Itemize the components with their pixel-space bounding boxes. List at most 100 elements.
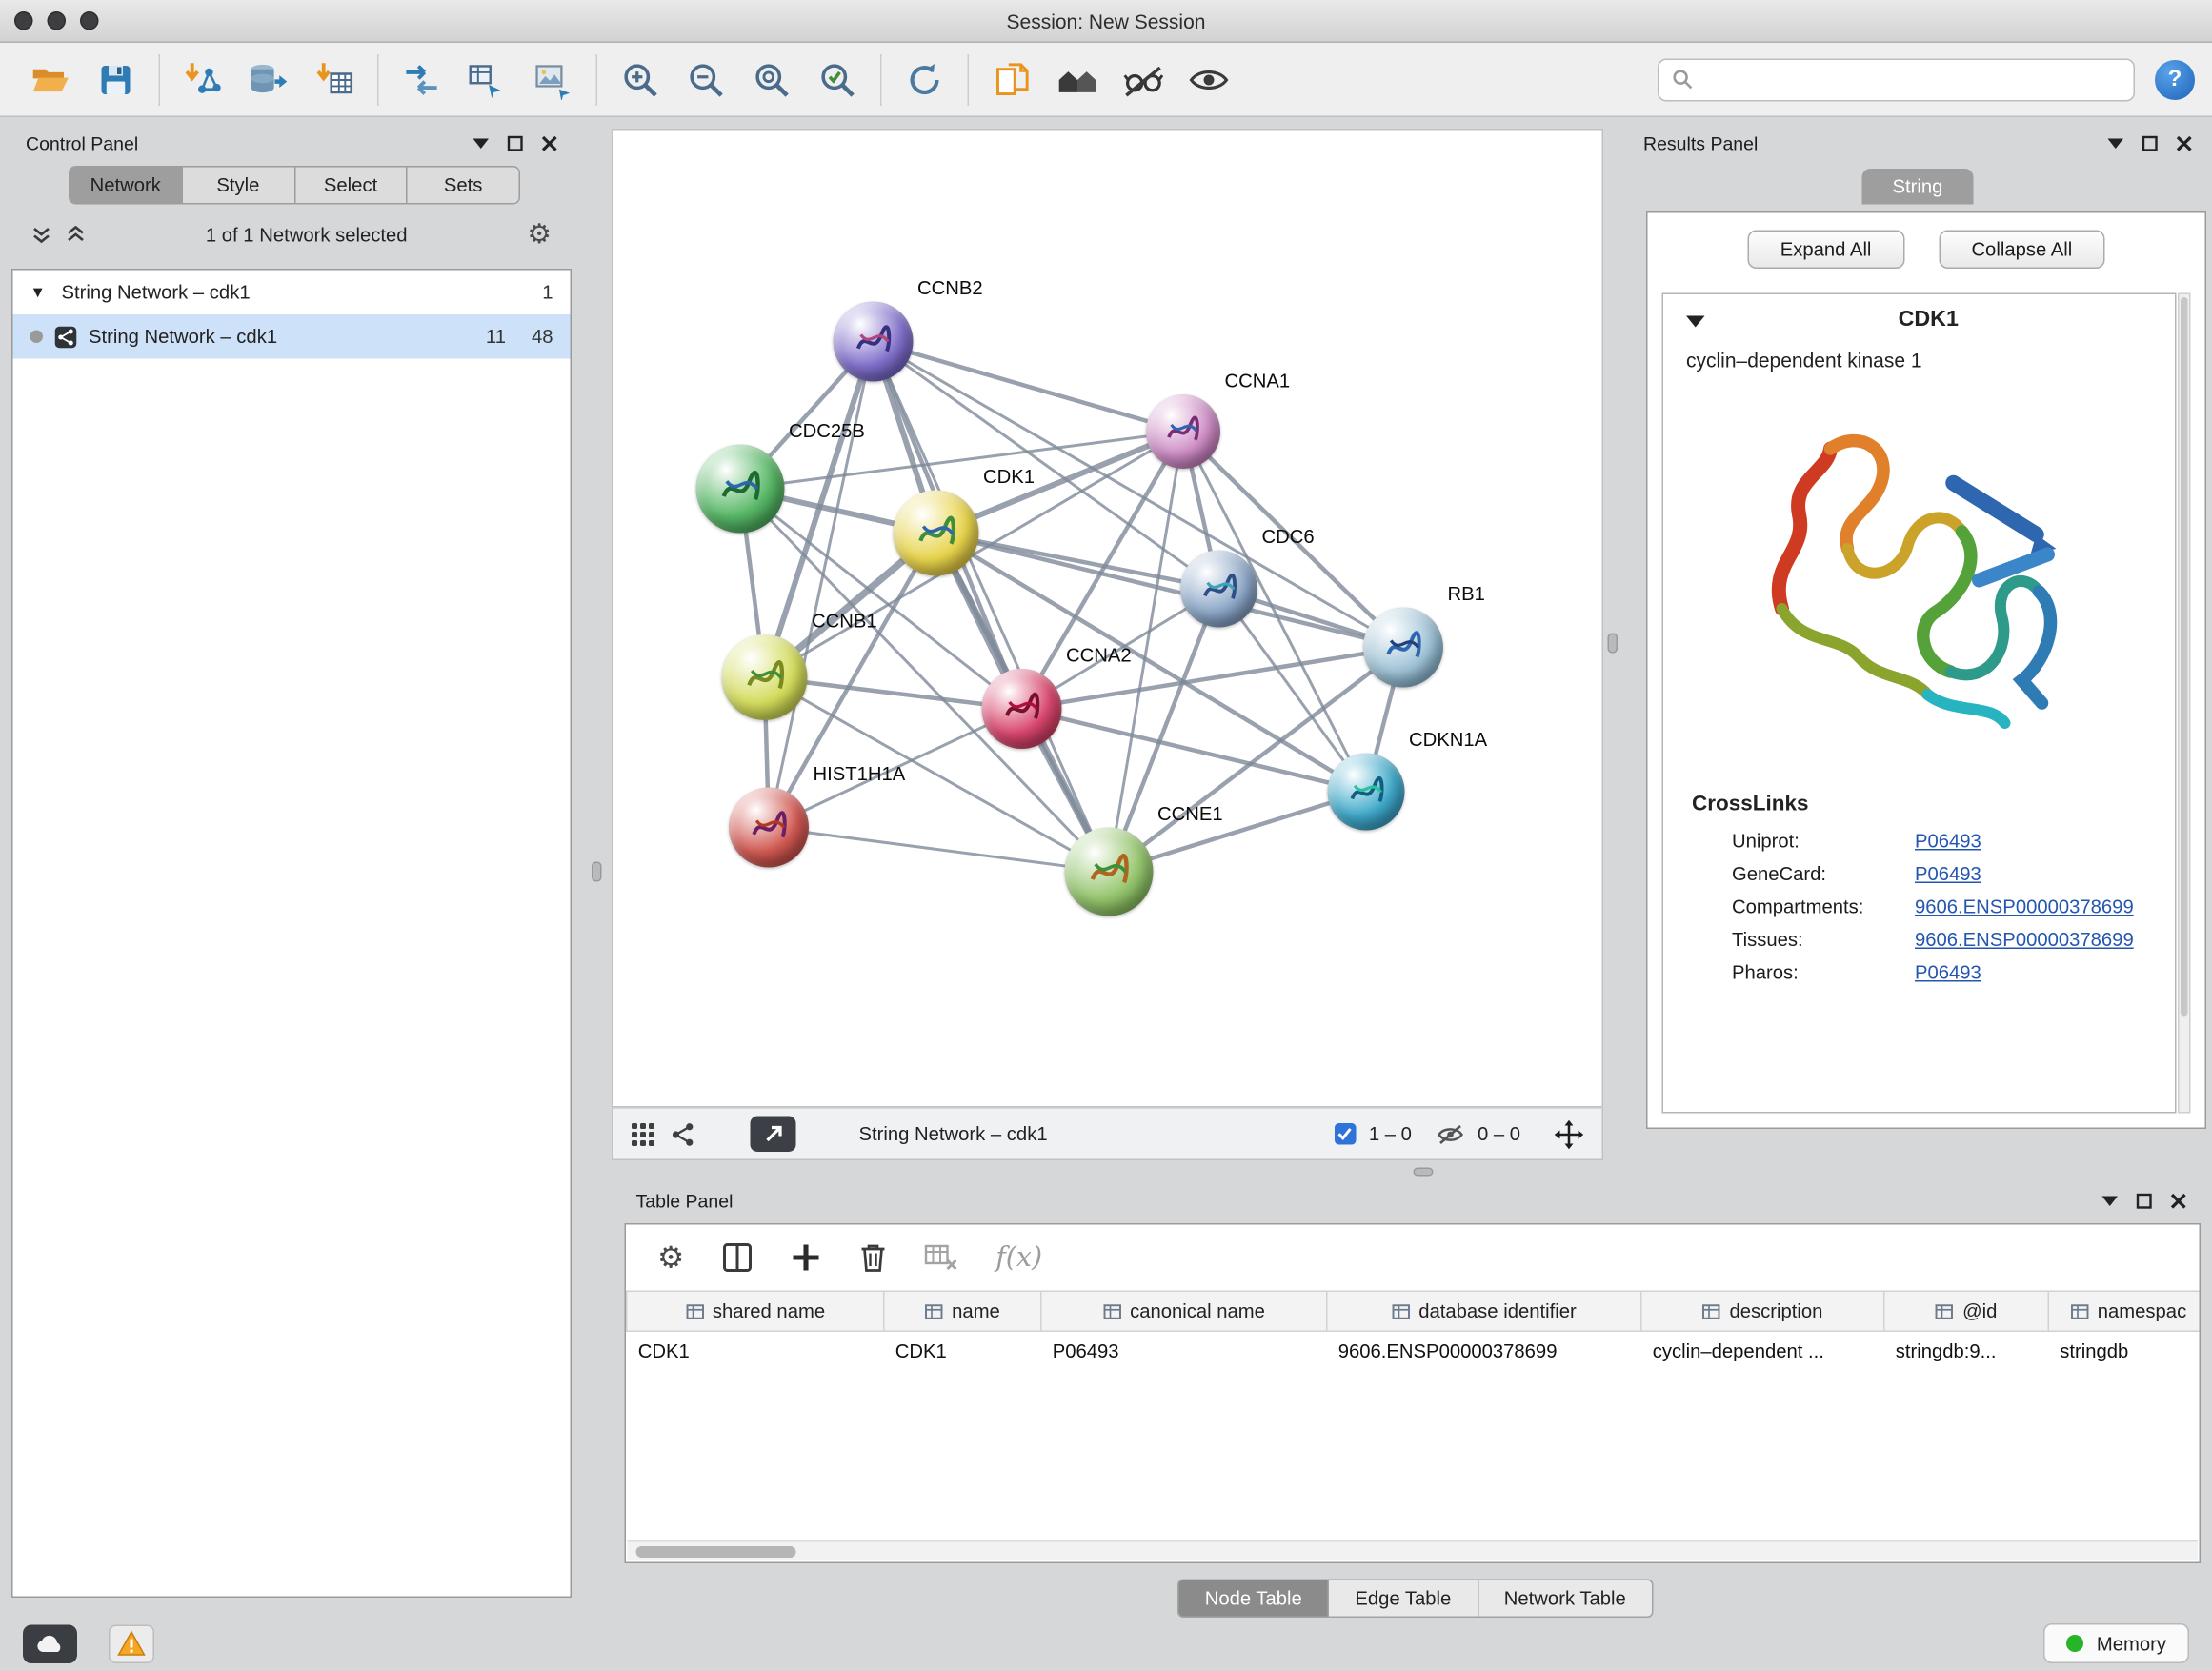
bottom-splitter-handle[interactable]: [1414, 1168, 1434, 1177]
network-node-CCNA1[interactable]: [1146, 394, 1220, 469]
help-icon[interactable]: ?: [2155, 59, 2195, 99]
column-header--id[interactable]: @id: [1884, 1291, 2049, 1331]
tab-sets[interactable]: Sets: [408, 168, 519, 204]
warning-icon[interactable]: [109, 1624, 154, 1663]
options-gear-icon[interactable]: ⚙: [527, 221, 552, 249]
birdseye-icon[interactable]: [1045, 50, 1111, 110]
tree-expand-icon[interactable]: ▼: [30, 284, 50, 301]
table-cell[interactable]: stringdb:9...: [1884, 1331, 2049, 1371]
table-horizontal-scrollbar[interactable]: [628, 1540, 2199, 1560]
table-cell[interactable]: 9606.ENSP00000378699: [1327, 1331, 1641, 1371]
export-image-icon[interactable]: [520, 50, 586, 110]
panel-menu-icon[interactable]: [2102, 1195, 2119, 1206]
expand-all-button[interactable]: Expand All: [1747, 231, 1904, 270]
network-node-CCNE1[interactable]: [1065, 828, 1154, 916]
crosslink-link[interactable]: 9606.ENSP00000378699: [1915, 896, 2134, 918]
network-merge-icon[interactable]: [389, 50, 454, 110]
selected-indicator-checkbox[interactable]: [1335, 1123, 1357, 1145]
network-row[interactable]: String Network – cdk1 11 48: [13, 314, 571, 359]
import-database-icon[interactable]: [236, 50, 302, 110]
grid-view-icon[interactable]: [631, 1121, 656, 1147]
zoom-in-icon[interactable]: [608, 50, 674, 110]
gene-expand-icon[interactable]: [1686, 313, 1705, 327]
tab-network-table[interactable]: Network Table: [1478, 1580, 1653, 1619]
panel-menu-icon[interactable]: [2108, 137, 2124, 149]
network-from-table-icon[interactable]: [454, 50, 520, 110]
network-node-CCNA2[interactable]: [982, 669, 1062, 749]
import-network-icon[interactable]: [171, 50, 236, 110]
delete-column-icon[interactable]: [858, 1242, 887, 1274]
toolbar-separator: [159, 53, 161, 105]
show-details-icon[interactable]: [1176, 50, 1242, 110]
tab-edge-table[interactable]: Edge Table: [1329, 1580, 1478, 1619]
search-field[interactable]: [1658, 58, 2135, 101]
tab-network[interactable]: Network: [70, 168, 183, 204]
expand-all-tree-icon[interactable]: [66, 225, 86, 245]
table-cell[interactable]: P06493: [1041, 1331, 1327, 1371]
network-node-CDKN1A[interactable]: [1328, 754, 1405, 831]
panel-float-icon[interactable]: [2142, 135, 2159, 151]
right-splitter-handle[interactable]: [1608, 634, 1619, 654]
hide-details-icon[interactable]: [1111, 50, 1176, 110]
search-input[interactable]: [1703, 69, 2121, 91]
network-node-CDK1[interactable]: [894, 491, 979, 576]
network-node-RB1[interactable]: [1363, 608, 1443, 688]
collapse-all-button[interactable]: Collapse All: [1939, 231, 2105, 270]
network-icon[interactable]: [671, 1121, 696, 1147]
refresh-icon[interactable]: [892, 50, 957, 110]
open-network-in-window-icon[interactable]: [751, 1117, 796, 1153]
table-options-gear-icon[interactable]: ⚙: [657, 1242, 684, 1273]
import-table-icon[interactable]: [302, 50, 368, 110]
left-splitter-handle[interactable]: [592, 862, 602, 882]
tab-style[interactable]: Style: [183, 168, 295, 204]
network-node-CCNB2[interactable]: [834, 302, 914, 382]
table-cell[interactable]: cyclin–dependent ...: [1641, 1331, 1884, 1371]
panel-menu-icon[interactable]: [473, 137, 490, 149]
network-collection-row[interactable]: ▼ String Network – cdk1 1: [13, 271, 571, 315]
panel-close-icon[interactable]: [2171, 1193, 2187, 1209]
crosslink-link[interactable]: P06493: [1915, 831, 1981, 853]
column-header-description[interactable]: description: [1641, 1291, 1884, 1331]
table-panel-title: Table Panel: [636, 1190, 734, 1212]
cloud-icon[interactable]: [23, 1624, 77, 1663]
crosslink-link[interactable]: P06493: [1915, 863, 1981, 885]
column-header-shared-name[interactable]: shared name: [627, 1291, 884, 1331]
tab-select[interactable]: Select: [295, 168, 408, 204]
create-column-icon[interactable]: [790, 1242, 821, 1274]
column-header-namespac[interactable]: namespac: [2048, 1291, 2201, 1331]
panel-float-icon[interactable]: [2137, 1193, 2153, 1209]
open-session-icon[interactable]: [17, 50, 83, 110]
duplicate-page-icon[interactable]: [979, 50, 1045, 110]
table-row[interactable]: CDK1CDK1P064939606.ENSP00000378699cyclin…: [627, 1331, 2201, 1371]
toolbar-separator: [880, 53, 882, 105]
column-header-canonical-name[interactable]: canonical name: [1041, 1291, 1327, 1331]
tab-node-table[interactable]: Node Table: [1177, 1580, 1329, 1619]
column-header-name[interactable]: name: [884, 1291, 1041, 1331]
collapse-all-tree-icon[interactable]: [31, 225, 51, 245]
function-builder-icon[interactable]: f(x): [995, 1242, 1042, 1274]
network-node-CCNB1[interactable]: [722, 634, 808, 720]
tab-string[interactable]: String: [1862, 169, 1974, 205]
show-columns-icon[interactable]: [721, 1242, 753, 1274]
results-scrollbar[interactable]: [2178, 293, 2191, 1114]
crosslink-link[interactable]: P06493: [1915, 962, 1981, 984]
table-cell[interactable]: CDK1: [884, 1331, 1041, 1371]
network-node-CDC25B[interactable]: [696, 445, 785, 534]
panel-close-icon[interactable]: [2177, 135, 2193, 151]
network-canvas[interactable]: CCNB2CCNA1CDC25BCDK1CDC6RB1CCNB1CCNA2CDK…: [612, 129, 1603, 1108]
table-cell[interactable]: stringdb: [2048, 1331, 2201, 1371]
zoom-out-icon[interactable]: [674, 50, 739, 110]
save-session-icon[interactable]: [83, 50, 149, 110]
pan-mode-icon[interactable]: [1554, 1118, 1585, 1150]
memory-button[interactable]: Memory: [2043, 1624, 2189, 1664]
network-node-HIST1H1A[interactable]: [729, 788, 809, 868]
crosslink-link[interactable]: 9606.ENSP00000378699: [1915, 929, 2134, 951]
delete-table-icon[interactable]: [924, 1243, 958, 1272]
panel-close-icon[interactable]: [542, 135, 558, 151]
column-header-database-identifier[interactable]: database identifier: [1327, 1291, 1641, 1331]
zoom-fit-icon[interactable]: [739, 50, 805, 110]
panel-float-icon[interactable]: [508, 135, 524, 151]
table-cell[interactable]: CDK1: [627, 1331, 884, 1371]
network-node-CDC6[interactable]: [1180, 551, 1257, 628]
zoom-selected-icon[interactable]: [805, 50, 871, 110]
